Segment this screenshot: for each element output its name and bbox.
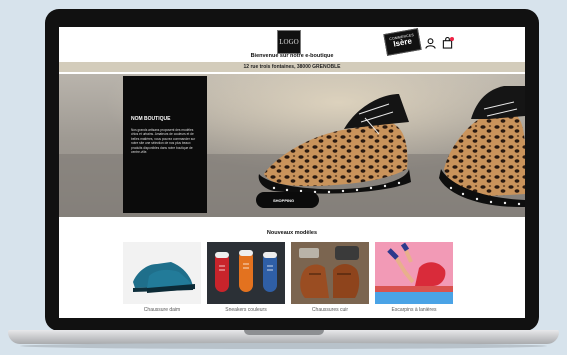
product-image-suede [123,242,201,304]
product-card[interactable]: Chaussures cuir [291,242,369,318]
new-models-title: Nouveaux modèles [266,230,318,236]
laptop-notch [244,330,324,335]
welcome-text: Bienvenue sur notre e-boutique [250,53,334,59]
shop-info-panel: NOM BOUTIQUE Nos grands artisans propose… [123,76,207,213]
product-image-sneakers [207,242,285,304]
product-card[interactable]: Sneakers couleurs [207,242,285,318]
hero-banner: NOM BOUTIQUE Nos grands artisans propose… [59,74,525,217]
address-bar: 12 rue trois fontaines, 38000 GRENOBLE [59,62,525,72]
cart-notification-dot [450,37,454,41]
product-image-heels [375,242,453,304]
shop-address: 12 rue trois fontaines, 38000 GRENOBLE [243,64,341,70]
commerces-isere-badge[interactable]: COMMERCES Isère [383,28,422,56]
laptop-shadow [20,343,547,349]
user-icon[interactable] [425,38,436,49]
shopping-button[interactable]: SHOPPING [256,192,319,208]
shop-description: Nos grands artisans proposent des modèle… [131,128,196,155]
product-label: Sneakers couleurs [225,307,267,313]
product-label: Escarpins à lanières [391,307,437,313]
site-header: LOGO Bienvenue sur notre e-boutique COMM… [59,27,525,60]
product-card[interactable]: Escarpins à lanières [375,242,453,318]
product-image-leather [291,242,369,304]
website-screen: LOGO Bienvenue sur notre e-boutique COMM… [59,27,525,318]
product-label: Chaussure daim [143,307,181,313]
shop-name: NOM BOUTIQUE [131,116,171,122]
site-logo[interactable]: LOGO [277,30,301,54]
product-label: Chaussures cuir [311,307,349,313]
product-card[interactable]: Chaussure daim [123,242,201,318]
